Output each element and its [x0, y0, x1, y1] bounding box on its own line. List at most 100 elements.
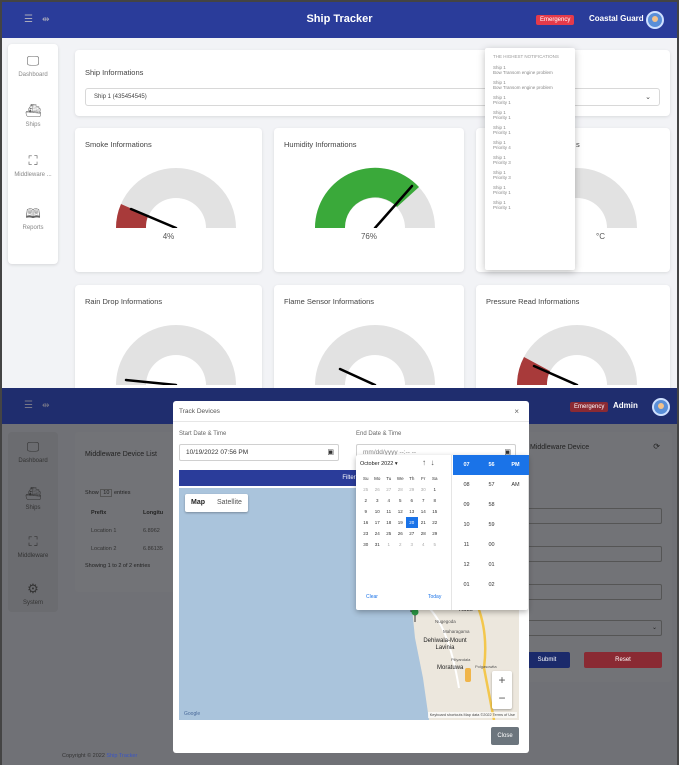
- calendar-day[interactable]: 30: [360, 539, 372, 550]
- calendar-day[interactable]: 7: [418, 495, 430, 506]
- calendar-day[interactable]: 24: [372, 528, 384, 539]
- calendar-day[interactable]: 6: [406, 495, 418, 506]
- notification-item[interactable]: Ship 1 Priority 3: [493, 170, 567, 180]
- notification-item[interactable]: Ship 1 Bow Transom engine problem: [493, 80, 567, 90]
- notification-item[interactable]: Ship 1 Bow Transom engine problem: [493, 65, 567, 75]
- calendar-day[interactable]: 9: [360, 506, 372, 517]
- emergency-button[interactable]: Emergency: [536, 15, 575, 25]
- user-name[interactable]: Admin: [613, 401, 638, 410]
- calendar-day[interactable]: 29: [429, 528, 441, 539]
- notification-item[interactable]: Ship 1 Priority 4: [493, 140, 567, 150]
- calendar-day[interactable]: 27: [383, 484, 395, 495]
- map-attribution[interactable]: Keyboard shortcuts Map data ©2022 Terms …: [427, 712, 517, 718]
- hour-option[interactable]: 01: [453, 575, 480, 595]
- hour-option[interactable]: 08: [453, 475, 480, 495]
- minute-option[interactable]: 01: [478, 555, 505, 575]
- calendar-day[interactable]: 3: [406, 539, 418, 550]
- calendar-day[interactable]: 10: [372, 506, 384, 517]
- ampm-option[interactable]: AM: [502, 475, 529, 495]
- notification-item[interactable]: Ship 1 Priority 1: [493, 200, 567, 210]
- hour-option[interactable]: 10: [453, 515, 480, 535]
- calendar-day[interactable]: 25: [383, 528, 395, 539]
- calendar-day[interactable]: 8: [429, 495, 441, 506]
- zoom-in-button[interactable]: +: [492, 671, 512, 689]
- calendar-day[interactable]: 3: [372, 495, 384, 506]
- minute-option[interactable]: 02: [478, 575, 505, 595]
- hour-option[interactable]: 12: [453, 555, 480, 575]
- calendar-day[interactable]: 22: [429, 517, 441, 528]
- avatar[interactable]: [652, 398, 670, 416]
- menu-icon[interactable]: ☰: [24, 400, 33, 411]
- today-button[interactable]: Today: [428, 594, 441, 600]
- sidebar-item-dashboard[interactable]: 🖵 Dashboard: [8, 440, 58, 465]
- close-button[interactable]: Close: [491, 727, 519, 745]
- calendar-day[interactable]: 31: [372, 539, 384, 550]
- ampm-option[interactable]: PM: [502, 455, 529, 475]
- minute-option[interactable]: 00: [478, 535, 505, 555]
- calendar-day[interactable]: 26: [372, 484, 384, 495]
- calendar-day[interactable]: 4: [383, 495, 395, 506]
- calendar-day[interactable]: 18: [383, 517, 395, 528]
- calendar-day[interactable]: 17: [372, 517, 384, 528]
- clear-button[interactable]: Clear: [366, 594, 378, 600]
- close-icon[interactable]: ×: [514, 407, 519, 416]
- form-input[interactable]: [524, 546, 662, 562]
- calendar-day[interactable]: 29: [406, 484, 418, 495]
- calendar-day[interactable]: 28: [395, 484, 407, 495]
- calendar-day[interactable]: 28: [418, 528, 430, 539]
- calendar-day[interactable]: 15: [429, 506, 441, 517]
- minute-option[interactable]: 56: [478, 455, 505, 475]
- avatar[interactable]: [646, 11, 664, 29]
- month-select[interactable]: October 2022 ▾: [360, 461, 398, 467]
- calendar-day[interactable]: 12: [395, 506, 407, 517]
- sidebar-item-reports[interactable]: 🕮 Reports: [8, 207, 58, 232]
- calendar-day[interactable]: 13: [406, 506, 418, 517]
- hour-option[interactable]: 09: [453, 495, 480, 515]
- sidebar-item-ships[interactable]: ⛴ Ships: [8, 487, 58, 512]
- notification-item[interactable]: Ship 1 Priority 1: [493, 95, 567, 105]
- zoom-out-button[interactable]: −: [492, 689, 512, 707]
- sidebar-item-system[interactable]: ⚙ System: [8, 582, 58, 607]
- calendar-day[interactable]: 2: [360, 495, 372, 506]
- calendar-icon[interactable]: ▣: [327, 448, 334, 456]
- reset-button[interactable]: Reset: [584, 652, 662, 668]
- calendar-day[interactable]: 30: [418, 484, 430, 495]
- notification-item[interactable]: Ship 1 Priority 3: [493, 155, 567, 165]
- form-input[interactable]: [524, 584, 662, 600]
- calendar-day[interactable]: 14: [418, 506, 430, 517]
- minute-option[interactable]: 58: [478, 495, 505, 515]
- calendar-day[interactable]: 26: [395, 528, 407, 539]
- calendar-day[interactable]: 21: [418, 517, 430, 528]
- calendar-day[interactable]: 2: [395, 539, 407, 550]
- calendar-day[interactable]: 1: [429, 484, 441, 495]
- form-input[interactable]: [524, 508, 662, 524]
- calendar-day[interactable]: 16: [360, 517, 372, 528]
- sidebar-item-ships[interactable]: ⛴ Ships: [8, 104, 58, 129]
- notification-item[interactable]: Ship 1 Priority 1: [493, 110, 567, 120]
- notification-item[interactable]: Ship 1 Priority 1: [493, 185, 567, 195]
- submit-button[interactable]: Submit: [524, 652, 570, 668]
- minute-option[interactable]: 59: [478, 515, 505, 535]
- calendar-day[interactable]: 5: [429, 539, 441, 550]
- hour-option[interactable]: 11: [453, 535, 480, 555]
- calendar-day[interactable]: 4: [418, 539, 430, 550]
- hour-option[interactable]: 07: [453, 455, 480, 475]
- map-tab-satellite[interactable]: Satellite: [211, 494, 248, 512]
- calendar-day[interactable]: 19: [395, 517, 407, 528]
- sidebar-item-middleware[interactable]: ⛶ Middleware ...: [8, 154, 58, 179]
- sidebar-item-middleware[interactable]: ⛶ Middleware: [8, 535, 58, 560]
- sidebar-item-dashboard[interactable]: 🖵 Dashboard: [8, 54, 58, 79]
- calendar-day[interactable]: 5: [395, 495, 407, 506]
- user-name[interactable]: Coastal Guard: [589, 14, 644, 23]
- calendar-day[interactable]: 1: [383, 539, 395, 550]
- collapse-icon[interactable]: ⇹: [42, 400, 50, 411]
- map-tab-map[interactable]: Map: [185, 494, 211, 512]
- form-select[interactable]: ⌄: [524, 620, 662, 636]
- start-datetime-input[interactable]: 10/19/2022 07:56 PM ▣: [179, 444, 339, 461]
- arrow-down-icon[interactable]: ↓: [430, 458, 434, 467]
- refresh-icon[interactable]: ⟳: [653, 442, 660, 451]
- calendar-day[interactable]: 20: [406, 517, 418, 528]
- arrow-up-icon[interactable]: ↑: [422, 458, 426, 467]
- calendar-day[interactable]: 27: [406, 528, 418, 539]
- calendar-day[interactable]: 25: [360, 484, 372, 495]
